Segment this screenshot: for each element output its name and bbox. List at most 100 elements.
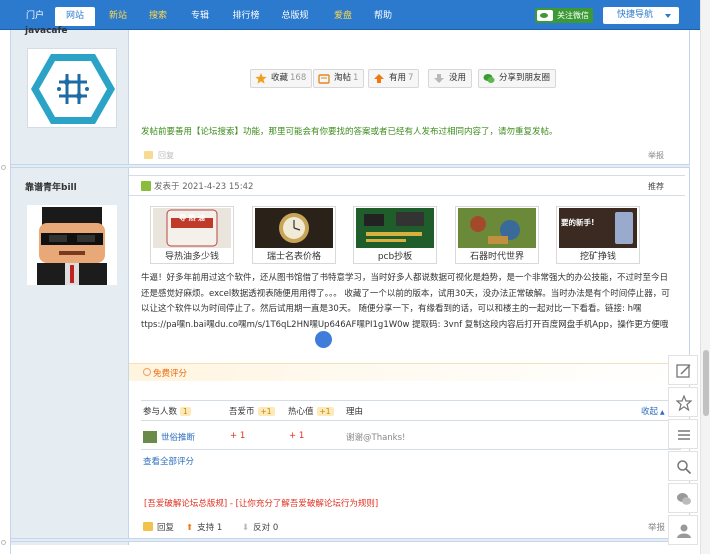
reply-icon	[143, 522, 153, 531]
header-rule-bottom	[129, 195, 685, 196]
post-divider	[11, 538, 690, 542]
useless-button[interactable]: 没用	[428, 69, 473, 88]
search-tool[interactable]	[668, 451, 698, 481]
arrow-up-icon	[374, 74, 384, 83]
next-post-strip	[11, 545, 690, 554]
arrow-up-icon: ⬆	[186, 523, 194, 533]
user-tool[interactable]	[668, 515, 698, 545]
chevron-down-icon	[665, 14, 671, 18]
oil-image-text: 导 热 油	[179, 214, 205, 222]
ad-card-caption: 石器时代世界	[469, 252, 524, 262]
ad-card-caption: 导热油多少钱	[164, 252, 219, 262]
rater-avatar	[143, 431, 157, 443]
nav-rules[interactable]: 总版规	[276, 8, 314, 24]
participants-label: 参与人数	[143, 407, 178, 417]
reply-label: 回复	[157, 523, 175, 533]
follow-wechat-button[interactable]: 关注微信	[535, 8, 593, 23]
post2-author-name[interactable]: 靠谱青年bill	[25, 180, 77, 193]
reason-header: 理由	[346, 407, 364, 417]
participants-count: 1	[180, 407, 191, 416]
rate-rule-mid	[141, 420, 681, 421]
useful-count: 7	[408, 73, 414, 83]
watch-image	[255, 208, 333, 248]
post1-reply-link[interactable]: 回复	[144, 150, 174, 161]
support-label: 支持	[197, 523, 215, 533]
user-icon	[141, 181, 151, 191]
edge-marker	[1, 540, 6, 545]
hexagon-logo-icon	[31, 54, 115, 124]
ad-card-pcb[interactable]: pcb抄板	[353, 206, 437, 264]
cartoon-avatar-icon	[37, 207, 107, 285]
rate-rule-bottom	[141, 449, 681, 450]
rate-rule-top	[141, 400, 681, 401]
scrollbar-thumb[interactable]	[703, 350, 709, 416]
search-notice: 发帖前要善用【论坛搜索】功能，那里可能会有你要找的答案或者已经有人发布过相同内容…	[141, 127, 558, 137]
rating-icon	[143, 368, 151, 376]
ad-card-mining[interactable]: 要的新手! 挖矿挣钱	[556, 206, 640, 264]
tao-button[interactable]: 淘帖 1	[313, 69, 365, 88]
pcb-board-image	[356, 208, 434, 248]
rating-row-user[interactable]: 世俗推断	[143, 431, 195, 443]
collapse-link[interactable]: 收起 ▲	[641, 405, 665, 417]
header-rule	[129, 175, 685, 176]
wechat-tool[interactable]	[668, 483, 698, 513]
post2-report-link[interactable]: 举报	[648, 521, 665, 533]
quick-nav-dropdown[interactable]: 快捷导航	[603, 7, 679, 24]
post2-avatar[interactable]	[27, 205, 117, 285]
nav-new-site[interactable]: 新站	[103, 8, 133, 24]
post1-author-name[interactable]: javacafe	[25, 26, 68, 36]
page-scrollbar[interactable]	[700, 0, 710, 554]
edit-tool[interactable]	[668, 355, 698, 385]
post2-body: 牛逼！好多年前用过这个软件，还从图书馆借了书特意学习，当时好多人都说数据可视化是…	[141, 273, 670, 330]
share-moments-label: 分享到朋友圈	[499, 73, 551, 83]
nav-help[interactable]: 帮助	[368, 8, 398, 24]
post1-report-link[interactable]: 举报	[648, 150, 664, 161]
rating-row-heat: + 1	[289, 431, 305, 441]
favorite-tool[interactable]	[668, 387, 698, 417]
heat-label: 热心值	[288, 407, 314, 417]
ad-card-game[interactable]: 石器时代世界	[455, 206, 539, 264]
tao-label: 淘帖	[334, 73, 352, 83]
useful-label: 有用	[389, 73, 407, 83]
free-rating-label[interactable]: 免费评分	[153, 367, 187, 379]
user-icon	[677, 524, 691, 538]
tao-count: 1	[353, 73, 359, 83]
share-moments-button[interactable]: 分享到朋友圈	[478, 69, 557, 88]
favorite-button[interactable]: 收藏 168	[250, 69, 313, 88]
view-all-ratings-link[interactable]: 查看全部评分	[143, 455, 194, 467]
wechat-icon	[537, 10, 553, 21]
nav-ranking[interactable]: 排行榜	[227, 8, 265, 24]
support-button[interactable]: ⬆ 支持 1	[186, 521, 222, 533]
menu-tool[interactable]	[668, 419, 698, 449]
search-icon	[677, 460, 692, 475]
post1-reply-label: 回复	[158, 151, 174, 160]
nav-album[interactable]: 专辑	[185, 8, 215, 24]
rating-row-reason: 谢谢@Thanks!	[346, 433, 406, 443]
ad-card-oil[interactable]: 导 热 油 导热油多少钱	[150, 206, 234, 264]
oppose-button[interactable]: ⬇ 反对 0	[242, 521, 278, 533]
recommend-link[interactable]: 推荐	[648, 181, 664, 192]
star-icon	[255, 73, 267, 84]
post-divider	[11, 164, 690, 168]
forum-rules-link[interactable]: [吾爱破解论坛总版规] - [让你充分了解吾爱破解论坛行为规则]	[144, 497, 378, 509]
nav-search[interactable]: 搜索	[143, 8, 173, 24]
cursor-indicator	[315, 331, 332, 348]
follow-wechat-label: 关注微信	[557, 11, 589, 20]
ad-card-watch[interactable]: 瑞士名表价格	[252, 206, 336, 264]
phone-ad-image	[559, 208, 637, 248]
nav-portal[interactable]: 门户	[22, 8, 48, 24]
post2-posted-at: 发表于 2021-4-23 15:42	[154, 182, 254, 192]
useful-button[interactable]: 有用 7	[368, 69, 420, 88]
post1-avatar[interactable]	[27, 48, 117, 128]
quick-nav-label: 快捷导航	[617, 10, 654, 20]
rating-bar: 免费评分	[129, 363, 685, 381]
heat-header: 热心值 +1	[288, 405, 334, 417]
arrow-down-icon: ⬇	[242, 523, 250, 533]
oppose-count: 0	[272, 523, 279, 533]
nav-aipan[interactable]: 爱盘	[328, 8, 358, 24]
ad-card-caption: 挖矿挣钱	[579, 252, 616, 262]
rating-row-coin: + 1	[230, 431, 246, 441]
post2-reply-button[interactable]: 回复	[143, 521, 174, 533]
favorite-count: 168	[290, 73, 307, 83]
nav-website[interactable]: 网站	[55, 7, 95, 26]
